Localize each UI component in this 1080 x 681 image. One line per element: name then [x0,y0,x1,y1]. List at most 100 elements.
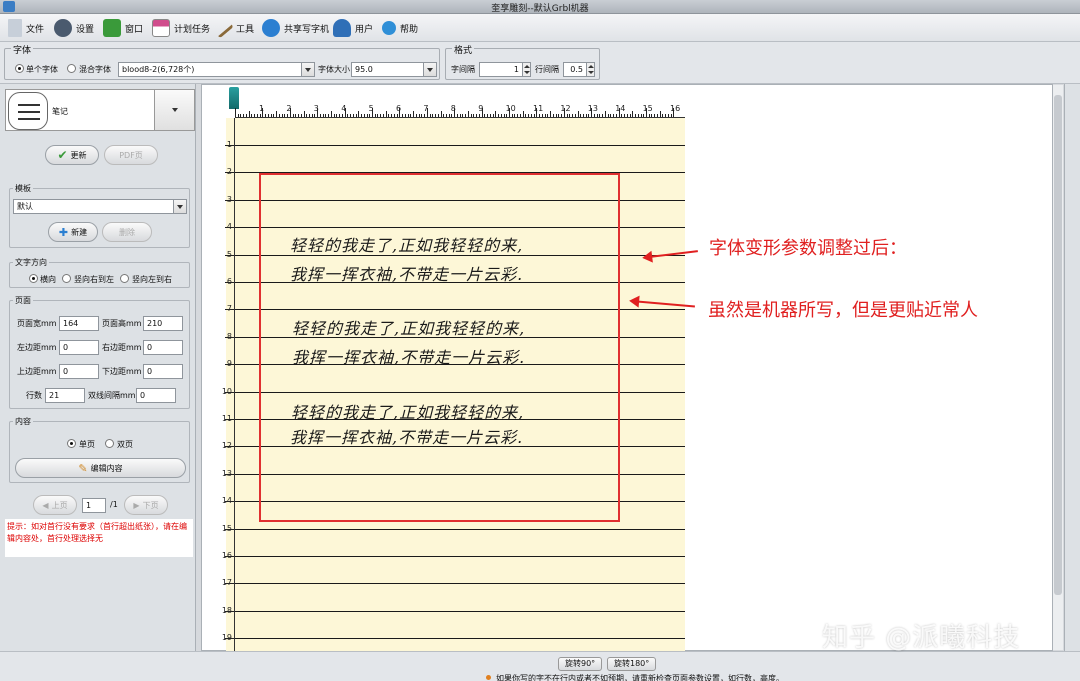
left-panel: 笔记 ✔ 更新 PDF页 模板 默认 ✚ 新建 删除 文字方向 横向 竖向右到左… [0,84,196,651]
line-spacing-input[interactable]: 0.5 [563,62,595,77]
vertical-scrollbar[interactable] [1053,85,1063,650]
mode-label: 笔记 [52,107,68,116]
chevron-down-icon[interactable] [154,90,194,130]
ruler-tick [235,108,236,117]
double-page-radio[interactable] [105,439,114,448]
menu-tools[interactable]: 工具 [212,17,254,39]
spinner-icon[interactable] [522,63,530,76]
double-line-gap-input[interactable]: 0 [136,388,176,403]
ruler-tick [539,114,541,117]
handwriting-line: 我挥一挥衣袖,不带走一片云彩. [290,265,524,284]
ruled-line [235,583,685,585]
mixed-font-radio[interactable] [67,64,76,73]
menu-schedule[interactable]: 计划任务 [152,18,210,38]
ruler-tick [555,114,557,117]
ruler-tick [429,114,431,117]
ruler-tick [437,114,439,117]
pdf-button[interactable]: PDF页 [104,145,158,165]
rotate-90-button[interactable]: 旋转90° [558,657,603,671]
ruler-tick [561,114,563,117]
ruler-tick [325,114,327,117]
scrollbar-thumb[interactable] [1054,95,1062,595]
ruler-tick [514,114,516,117]
ruler-tick [435,114,437,117]
ruler-tick [533,114,535,117]
ruler-tick [577,111,579,117]
spinner-icon[interactable] [586,63,594,76]
ruler-tick [588,114,590,117]
ruler-tick [237,114,239,117]
prev-page-button[interactable]: ◀ 上页 [33,495,77,515]
margin-left-input[interactable]: 0 [59,340,99,355]
ruler-number: 12 [560,104,571,113]
ruler-tick [582,114,584,117]
margin-right-input[interactable]: 0 [143,340,183,355]
ruled-line [235,145,685,146]
horizontal-radio[interactable] [29,274,38,283]
ruler-tick [629,114,631,117]
check-icon: ✔ [57,148,68,162]
ruler-tick [478,114,480,117]
single-page-radio[interactable] [67,439,76,448]
margin-top-input[interactable]: 0 [59,364,99,379]
chevron-down-icon[interactable] [173,200,186,213]
page-number-input[interactable]: 1 [82,498,106,513]
ruler-tick [248,111,250,117]
page-height-input[interactable]: 210 [143,316,183,331]
ruler-tick [465,114,467,117]
font-size-select[interactable]: 95.0 [351,62,437,77]
ruler-tick [225,145,234,146]
mode-select[interactable]: 笔记 [5,89,195,131]
ruler-tick [225,556,234,557]
font-select[interactable]: blood8-2(6,728个) [118,62,315,77]
vertical-ltr-radio[interactable] [120,274,129,283]
page-width-input[interactable]: 164 [59,316,99,331]
char-spacing-input[interactable]: 1 [479,62,531,77]
content-section: 内容 单页 双页 ✎ 编辑内容 [9,416,190,483]
update-button[interactable]: ✔ 更新 [45,145,99,165]
ruler-tick [613,114,615,117]
vertical-rtl-radio[interactable] [62,274,71,283]
new-template-button[interactable]: ✚ 新建 [48,222,98,242]
format-group: 格式 字间隔 1 行间隔 0.5 [445,43,600,80]
next-page-button[interactable]: ▶ 下页 [124,495,168,515]
template-select[interactable]: 默认 [13,199,187,214]
ruler-tick [225,501,234,503]
ruler-tick [511,114,513,117]
chevron-down-icon[interactable] [301,63,314,76]
annotation-text: 字体变形参数调整过后： [709,238,907,259]
single-font-radio[interactable] [15,64,24,73]
menu-user[interactable]: 用户 [333,18,373,38]
menu-share[interactable]: 共享写字机 [262,18,329,38]
ruler-tick [506,114,508,117]
menu-help[interactable]: 帮助 [382,18,418,38]
ruler-tick [462,114,464,117]
mixed-font-label: 混合字体 [79,65,111,74]
menu-window[interactable]: 窗口 [103,18,143,38]
ruler-tick [607,114,609,117]
ruler-tick [259,114,261,117]
menu-file[interactable]: 文件 [8,18,44,38]
rotate-180-button[interactable]: 旋转180° [607,657,657,671]
chevron-down-icon[interactable] [423,63,436,76]
ruler-tick [451,114,453,117]
ruler-tick [225,638,234,640]
help-icon [382,21,396,35]
ruler-number: 16 [670,104,681,113]
horizontal-ruler: 1 2 3 4 5 6 7 8 9 10 11 12 13 14 15 16 [235,104,685,118]
edit-content-button[interactable]: ✎ 编辑内容 [15,458,186,478]
rows-input[interactable]: 21 [45,388,85,403]
delete-template-button[interactable]: 删除 [102,222,152,242]
margin-bottom-input[interactable]: 0 [143,364,183,379]
ruler-tick [448,114,450,117]
ruler-tick [410,114,412,117]
ruler-tick [596,114,598,117]
ruler-tick [456,114,458,117]
ruler-number: 4 [341,104,347,113]
ruler-tick [225,419,234,420]
ruler-tick [495,111,497,117]
ruled-line [235,610,685,612]
ruler-tick [522,111,524,117]
ruler-tick [225,336,234,338]
menu-settings[interactable]: 设置 [54,18,94,38]
